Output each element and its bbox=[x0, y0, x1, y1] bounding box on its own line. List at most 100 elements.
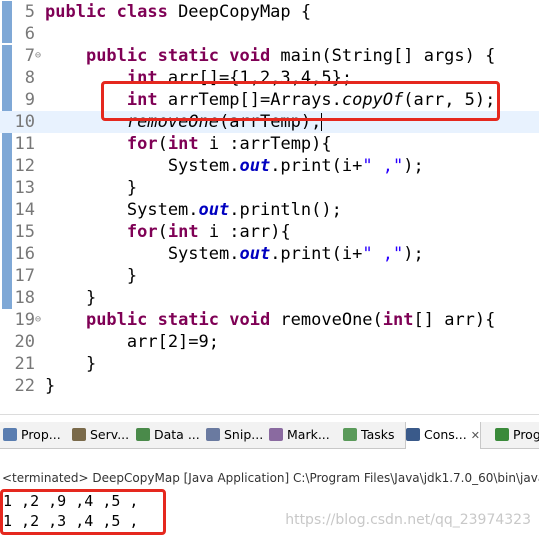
view-tab[interactable]: Mark... bbox=[269, 422, 330, 448]
code-token: i :arr){ bbox=[208, 222, 291, 242]
code-token: ); bbox=[403, 156, 424, 176]
code-text: for(int i :arrTemp){ bbox=[45, 133, 332, 155]
code-token: " ," bbox=[362, 244, 404, 264]
code-editor[interactable]: 5 public class DeepCopyMap {6 7 ⊖ public st… bbox=[0, 0, 539, 414]
view-tab-label: Cons... bbox=[424, 427, 467, 442]
console-view[interactable]: <terminated> DeepCopyMap [Java Applicati… bbox=[0, 449, 539, 541]
line-number: 16 bbox=[14, 244, 35, 264]
view-tab-bar: Prop... Serv... Data ... Snip... Mark... Task… bbox=[0, 422, 539, 449]
code-token: DeepCopyMap { bbox=[178, 2, 312, 22]
code-token: System. bbox=[45, 244, 240, 264]
fold-toggle-icon[interactable]: ⊖ bbox=[35, 309, 41, 331]
watermark: https://blog.csdn.net/qq_23974323 bbox=[285, 512, 531, 528]
close-icon[interactable]: ✕ bbox=[471, 429, 480, 442]
code-token: .print(i+ bbox=[270, 244, 363, 264]
servers-icon bbox=[72, 428, 86, 441]
code-token: ( bbox=[157, 134, 168, 154]
line-number: 15 bbox=[14, 222, 35, 242]
code-token: .println(); bbox=[229, 200, 342, 220]
code-token: } bbox=[45, 178, 138, 198]
line-number: 17 bbox=[14, 266, 35, 286]
code-line: 7 ⊖ public static void main(String[] args… bbox=[0, 45, 539, 67]
code-line: 16 System.out.print(i+" ,"); bbox=[0, 243, 539, 265]
view-tab[interactable]: Serv... bbox=[72, 422, 129, 448]
code-token: out bbox=[198, 200, 230, 220]
code-token: } bbox=[45, 376, 56, 396]
code-line: 15 for(int i :arr){ bbox=[0, 221, 539, 243]
line-number: 7 bbox=[24, 46, 35, 66]
code-text: } bbox=[45, 287, 96, 309]
view-tab[interactable]: Snip... bbox=[206, 422, 263, 448]
code-text: } bbox=[45, 375, 55, 397]
code-token: arr[2]=9; bbox=[45, 332, 219, 352]
snippets-icon bbox=[206, 428, 220, 441]
view-tab-label: Prop... bbox=[21, 427, 61, 442]
code-token: removeOne( bbox=[280, 310, 383, 330]
code-text: for(int i :arr){ bbox=[45, 221, 291, 243]
code-line: 6 bbox=[0, 23, 539, 45]
line-number: 18 bbox=[14, 288, 35, 308]
code-token: out bbox=[239, 244, 271, 264]
line-number: 10 bbox=[14, 112, 35, 132]
tasks-icon bbox=[343, 428, 357, 441]
code-token: [] arr){ bbox=[413, 310, 496, 330]
fold-toggle-icon[interactable]: ⊖ bbox=[35, 45, 41, 67]
code-token: for bbox=[126, 134, 158, 154]
code-token: System. bbox=[45, 156, 240, 176]
code-line: 22} bbox=[0, 375, 539, 397]
code-token: } bbox=[45, 266, 138, 286]
code-line: 21 } bbox=[0, 353, 539, 375]
code-token: int bbox=[382, 310, 414, 330]
line-number: 11 bbox=[14, 134, 35, 154]
code-text: } bbox=[45, 265, 137, 287]
code-token: " ," bbox=[362, 156, 404, 176]
code-line: 18 } bbox=[0, 287, 539, 309]
line-number: 6 bbox=[24, 24, 35, 44]
code-token: System. bbox=[45, 200, 199, 220]
code-token: } bbox=[45, 354, 97, 374]
code-line: 13 } bbox=[0, 177, 539, 199]
code-text: public static void removeOne(int[] arr){ bbox=[45, 309, 495, 331]
markers-icon bbox=[269, 428, 283, 441]
line-number: 8 bbox=[24, 68, 35, 88]
view-tab-label: Mark... bbox=[287, 427, 330, 442]
code-line: 19 ⊖ public static void removeOne(int[] a… bbox=[0, 309, 539, 331]
view-tab-label: Serv... bbox=[90, 427, 130, 442]
code-text: System.out.print(i+" ,"); bbox=[45, 243, 424, 265]
code-text: public class DeepCopyMap { bbox=[45, 1, 311, 23]
code-token: i :arrTemp){ bbox=[208, 134, 332, 154]
code-token: public static void bbox=[85, 310, 281, 330]
view-tab-label: Data ... bbox=[154, 427, 200, 442]
console-status: <terminated> DeepCopyMap [Java Applicati… bbox=[2, 471, 539, 485]
code-line: 17 } bbox=[0, 265, 539, 287]
view-tab[interactable]: Data ... bbox=[136, 422, 200, 448]
view-tab-label: Tasks bbox=[361, 427, 395, 442]
line-number: 14 bbox=[14, 200, 35, 220]
code-token: int bbox=[167, 134, 209, 154]
highlight-box-copyof bbox=[101, 81, 500, 121]
code-token: public class bbox=[45, 2, 179, 22]
code-text: System.out.println(); bbox=[45, 199, 342, 221]
code-token: out bbox=[239, 156, 271, 176]
code-line: 20 arr[2]=9; bbox=[0, 331, 539, 353]
code-token: for bbox=[126, 222, 158, 242]
code-text: arr[2]=9; bbox=[45, 331, 219, 353]
view-tab[interactable]: Prog bbox=[495, 422, 539, 448]
view-tab[interactable]: Cons... ✕ bbox=[405, 422, 481, 449]
code-token: } bbox=[45, 288, 97, 308]
code-token: ( bbox=[157, 222, 168, 242]
view-tab[interactable]: Prop... bbox=[3, 422, 61, 448]
code-line: 5 public class DeepCopyMap { bbox=[0, 1, 539, 23]
code-line: 14 System.out.println(); bbox=[0, 199, 539, 221]
line-number: 19 bbox=[14, 310, 35, 330]
line-number: 13 bbox=[14, 178, 35, 198]
view-tab[interactable]: Tasks bbox=[343, 422, 395, 448]
view-tab-label: Snip... bbox=[224, 427, 264, 442]
code-token: int bbox=[167, 222, 209, 242]
line-number: 21 bbox=[14, 354, 35, 374]
code-token: ); bbox=[403, 244, 424, 264]
code-text: } bbox=[45, 353, 96, 375]
